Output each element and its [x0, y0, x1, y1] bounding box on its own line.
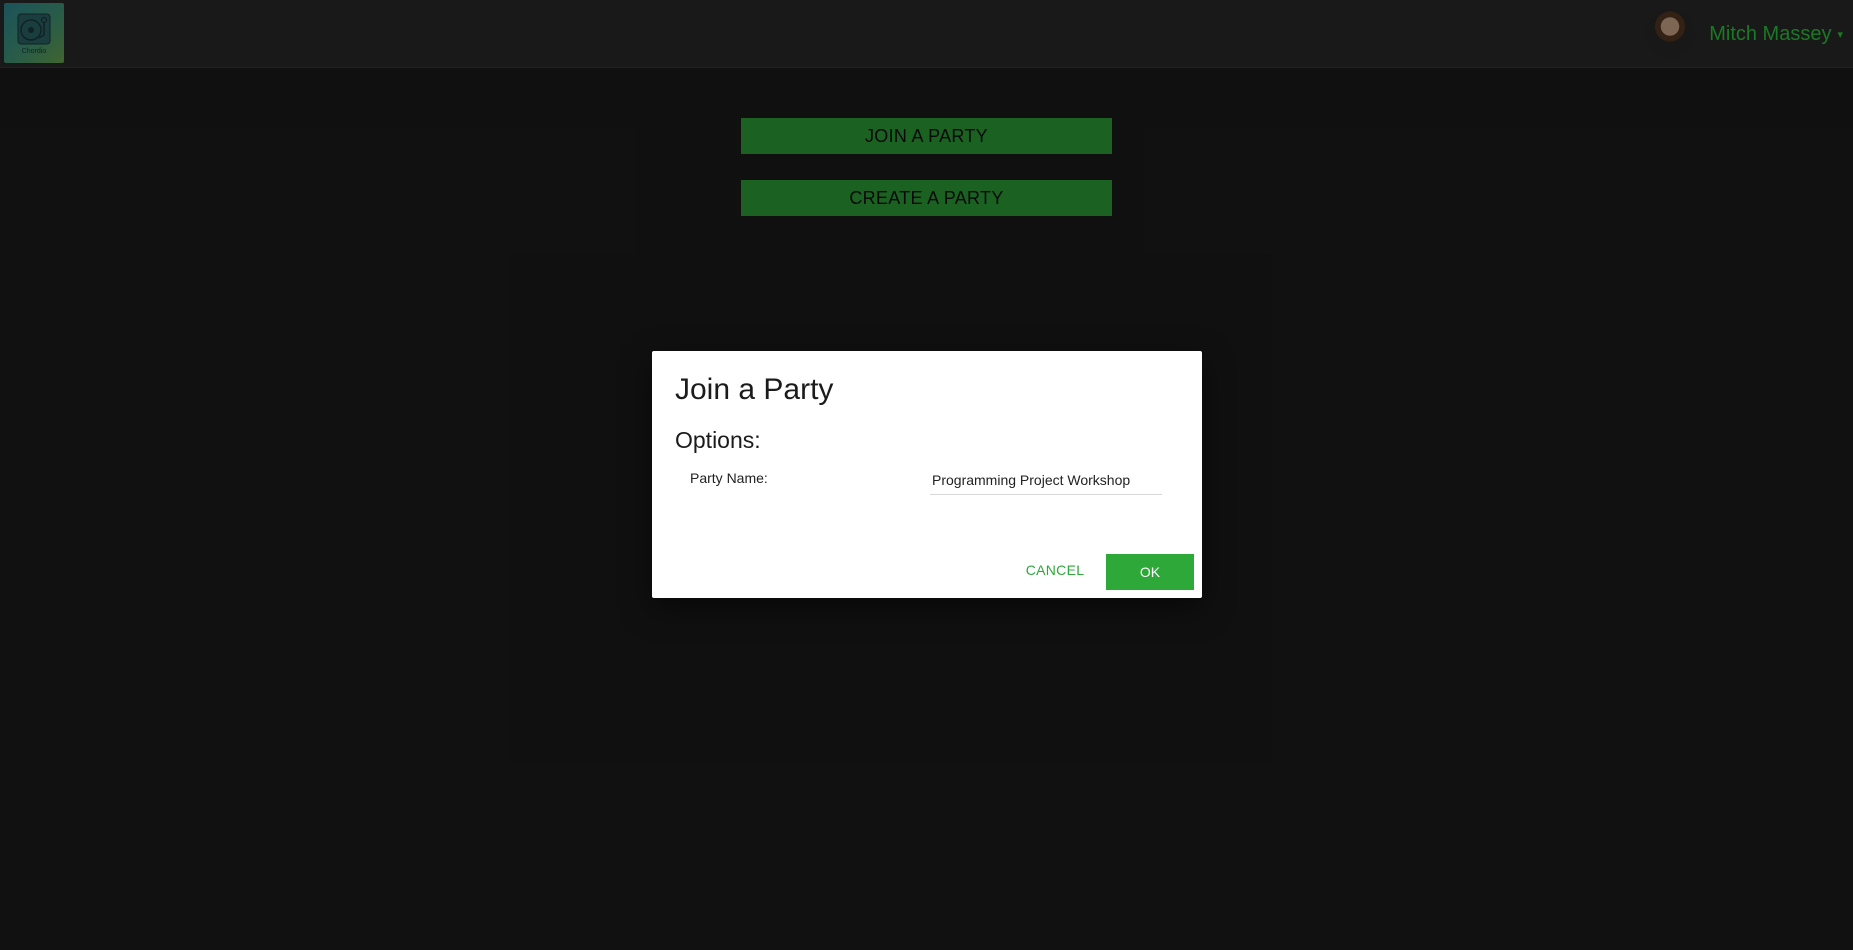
cancel-button[interactable]: CANCEL: [1015, 555, 1095, 585]
ok-button[interactable]: OK: [1106, 554, 1194, 590]
party-name-input[interactable]: [930, 465, 1162, 495]
options-heading: Options:: [675, 427, 761, 453]
party-name-label: Party Name:: [690, 470, 768, 486]
dialog-title: Join a Party: [675, 373, 834, 406]
join-party-dialog: Join a Party Options: Party Name: CANCEL…: [652, 351, 1202, 598]
